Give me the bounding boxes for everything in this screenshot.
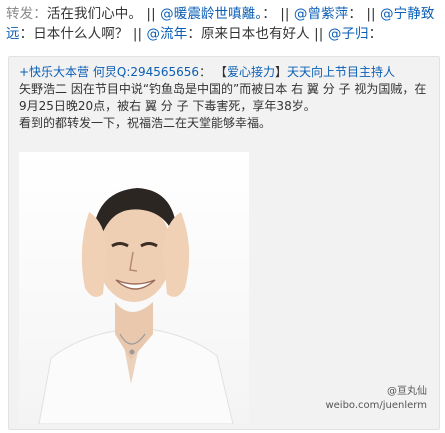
repost-segment-text: ： [262, 6, 276, 22]
weibo-repost-card: 转发：活在我们心中。 || @暖震龄世嗔離。： || @曾紫萍： || @宁静致… [0, 0, 445, 433]
repost-separator: || [280, 6, 290, 22]
repost-prefix: 转发： [6, 6, 47, 22]
repost-separator: || [314, 26, 324, 42]
repost-text: 转发：活在我们心中。 || @暖震龄世嗔離。： || @曾紫萍： || @宁静致… [6, 4, 440, 44]
topic-lead-link[interactable]: 天天向上节目主持人 [287, 65, 395, 79]
repost-user-link[interactable]: @曾紫萍 [294, 6, 348, 22]
quote-arrow-inner [44, 56, 56, 57]
quoted-body-line: 看到的都转发一下，祝福浩二在天堂能够幸福。 [19, 116, 272, 130]
topic-bracket-open: 【 [214, 65, 227, 79]
portrait-illustration [19, 152, 249, 424]
repost-separator: || [132, 26, 143, 42]
quoted-colon: ： [199, 65, 212, 79]
quoted-body-line: 矢野浩二 因在节目中说“钓鱼岛是中国的”而被日本 右 翼 分 子 视为国贼，在 [19, 82, 427, 96]
repost-user-link[interactable]: @子归 [328, 26, 369, 42]
watermark-user: @亘丸仙 [387, 386, 427, 397]
quoted-author-link[interactable]: +快乐大本营 何炅Q:294565656 [19, 65, 199, 79]
repost-segment-text: ： [368, 26, 383, 42]
quoted-post: +快乐大本营 何炅Q:294565656： 【爱心接力】天天向上节目主持人 矢野… [8, 56, 440, 430]
post-photo[interactable] [19, 152, 249, 424]
repost-segment-text: ：原来日本也有好人 [187, 26, 310, 42]
repost-separator: || [146, 6, 156, 22]
repost-user-link[interactable]: @暖震龄世嗔離。 [160, 6, 262, 22]
repost-user-link[interactable]: @流年 [147, 26, 188, 42]
topic-bracket-close: 】 [274, 65, 287, 79]
repost-segment-text: ：日本什么人啊？ [19, 26, 129, 42]
image-watermark: @亘丸仙 weibo.com/juenlerm [325, 385, 427, 413]
topic-tag-link[interactable]: 爱心接力 [227, 65, 275, 79]
watermark-site: weibo.com/juenlerm [325, 400, 427, 411]
quoted-post-text: +快乐大本营 何炅Q:294565656： 【爱心接力】天天向上节目主持人 矢野… [19, 64, 431, 132]
repost-segment-text: ： [348, 6, 362, 22]
repost-separator: || [366, 6, 376, 22]
repost-segment-text: 活在我们心中。 [46, 6, 143, 22]
quoted-body-line: 9月25日晚20点，被右 翼 分 子 下毒害死，享年38岁。 [19, 99, 316, 113]
